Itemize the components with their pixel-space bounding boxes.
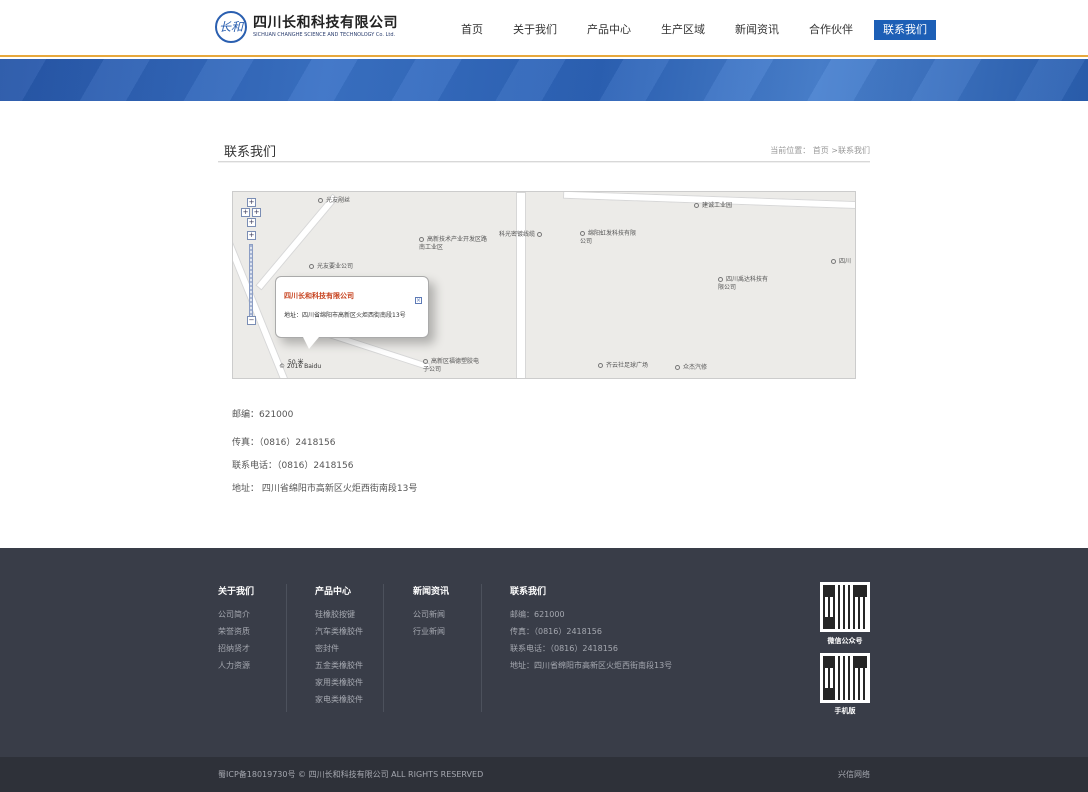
contact-address: 地址： 四川省绵阳市高新区火炬西街南段13号 <box>232 484 418 494</box>
map-poi: 光友剐丝 <box>318 197 350 205</box>
map-poi: 齐云社足球广场 <box>598 362 648 370</box>
breadcrumb: 当前位置： 首页 >联系我们 <box>770 145 870 156</box>
map-road <box>516 192 526 378</box>
footer-link[interactable]: 荣誉资质 <box>218 623 254 640</box>
footer-bottom-bar: 蜀ICP备18019730号 © 四川长和科技有限公司 ALL RIGHTS R… <box>0 757 1088 792</box>
footer-divider <box>383 584 384 712</box>
nav-production[interactable]: 生产区域 <box>652 20 714 40</box>
info-window-title: 四川长和科技有限公司 <box>284 292 354 300</box>
map-poi: 众杰汽修 <box>675 364 707 372</box>
footer-col-title: 新闻资讯 <box>413 587 450 597</box>
nav-home[interactable]: 首页 <box>452 20 492 40</box>
breadcrumb-home[interactable]: 首页 <box>813 146 829 155</box>
qr-code-wechat-icon <box>820 582 870 632</box>
nav-products[interactable]: 产品中心 <box>578 20 640 40</box>
footer-col-title: 关于我们 <box>218 587 255 597</box>
info-window-address: 地址：四川省绵阳市高新区火炬西街南段13号 <box>284 312 406 319</box>
map-poi: 绵阳虹发科技有限公司 <box>580 230 637 245</box>
footer-link[interactable]: 公司简介 <box>218 606 254 623</box>
zoom-in-icon[interactable]: + <box>247 231 256 240</box>
close-icon[interactable]: × <box>415 297 422 304</box>
pan-right-icon[interactable]: + <box>252 208 261 217</box>
map[interactable]: 光友剐丝 高新技术产业开发区路南工业区 科光密镀线缆 绵阳虹发科技有限公司 建诚… <box>232 191 856 379</box>
breadcrumb-current: >联系我们 <box>831 146 870 155</box>
footer-divider <box>286 584 287 712</box>
breadcrumb-prefix: 当前位置： <box>770 146 811 155</box>
banner <box>0 59 1088 101</box>
logo-text: 四川长和科技有限公司 SICHUAN CHANGHE SCIENCE AND T… <box>253 15 398 39</box>
map-poi: 四川禹达科技有限公司 <box>718 276 769 291</box>
info-window-tail <box>303 337 319 349</box>
map-poi: 科光密镀线缆 <box>499 231 545 239</box>
site-footer: 关于我们 公司简介 荣誉资质 招纳贤才 人力资源 产品中心 硅橡胶按键 汽车类橡… <box>0 548 1088 757</box>
footer-link[interactable]: 家电类橡胶件 <box>315 691 363 708</box>
nav-about[interactable]: 关于我们 <box>504 20 566 40</box>
logo[interactable]: 长和 四川长和科技有限公司 SICHUAN CHANGHE SCIENCE AN… <box>215 11 398 43</box>
footer-link[interactable]: 人力资源 <box>218 657 254 674</box>
site-maker-link[interactable]: 兴信网络 <box>838 769 870 780</box>
footer-col-about: 关于我们 公司简介 荣誉资质 招纳贤才 人力资源 <box>218 584 254 674</box>
footer-col-title: 产品中心 <box>315 587 352 597</box>
page-title: 联系我们 <box>224 145 277 160</box>
map-info-window: 四川长和科技有限公司 × 地址：四川省绵阳市高新区火炬西街南段13号 <box>275 276 429 338</box>
pan-down-icon[interactable]: + <box>247 218 256 227</box>
contact-fax: 传真：（0816）2418156 <box>232 438 336 448</box>
nav-news[interactable]: 新闻资讯 <box>726 20 788 40</box>
logo-mark-icon: 长和 <box>215 11 247 43</box>
footer-col-contact: 联系我们 邮编：621000 传真：（0816）2418156 联系电话：（08… <box>510 584 672 674</box>
map-poi: 高新技术产业开发区路南工业区 <box>419 236 488 251</box>
logo-name-en: SICHUAN CHANGHE SCIENCE AND TECHNOLOGY C… <box>253 32 396 38</box>
footer-link[interactable]: 家用类橡胶件 <box>315 674 363 691</box>
pan-up-icon[interactable]: + <box>247 198 256 207</box>
contact-postcode: 邮编：621000 <box>232 410 294 420</box>
footer-col-title: 联系我们 <box>510 587 547 597</box>
title-divider-shadow <box>218 162 870 163</box>
footer-contact-line: 邮编：621000 <box>510 610 565 619</box>
map-poi: 建诚工业园 <box>694 202 732 210</box>
footer-divider <box>481 584 482 712</box>
nav-partners[interactable]: 合作伙伴 <box>800 20 862 40</box>
site-header: 长和 四川长和科技有限公司 SICHUAN CHANGHE SCIENCE AN… <box>0 0 1088 57</box>
qr-label-wechat: 微信公众号 <box>827 637 863 645</box>
footer-link[interactable]: 汽车类橡胶件 <box>315 623 363 640</box>
footer-contact-line: 联系电话：（0816）2418156 <box>510 644 618 653</box>
footer-col-news: 新闻资讯 公司新闻 行业新闻 <box>413 584 449 640</box>
map-poi: 高新区福德塑胶电子公司 <box>423 358 480 373</box>
footer-link[interactable]: 公司新闻 <box>413 606 449 623</box>
zoom-slider[interactable] <box>249 244 253 320</box>
map-zoom-control: + + + + + − <box>241 198 261 328</box>
map-copyright: © 2016 Baidu <box>279 363 322 370</box>
footer-link[interactable]: 行业新闻 <box>413 623 449 640</box>
logo-name-cn: 四川长和科技有限公司 <box>253 15 398 31</box>
footer-contact-line: 地址：四川省绵阳市高新区火炬西街南段13号 <box>510 661 673 670</box>
zoom-out-icon[interactable]: − <box>247 316 256 325</box>
qr-label-mobile: 手机版 <box>834 707 856 715</box>
main-nav: 首页 关于我们 产品中心 生产区域 新闻资讯 合作伙伴 联系我们 <box>452 20 948 40</box>
copyright-text: 蜀ICP备18019730号 © 四川长和科技有限公司 ALL RIGHTS R… <box>218 770 484 779</box>
pan-left-icon[interactable]: + <box>241 208 250 217</box>
footer-link[interactable]: 硅橡胶按键 <box>315 606 363 623</box>
map-poi: 光友要业公司 <box>309 263 353 271</box>
footer-col-products: 产品中心 硅橡胶按键 汽车类橡胶件 密封件 五金类橡胶件 家用类橡胶件 家电类橡… <box>315 584 363 708</box>
footer-contact-line: 传真：（0816）2418156 <box>510 627 602 636</box>
footer-link[interactable]: 招纳贤才 <box>218 640 254 657</box>
qr-code-mobile-icon <box>820 653 870 703</box>
footer-link[interactable]: 五金类橡胶件 <box>315 657 363 674</box>
map-poi: 四川 <box>831 258 851 266</box>
contact-phone: 联系电话：（0816）2418156 <box>232 461 354 471</box>
nav-contact[interactable]: 联系我们 <box>874 20 936 40</box>
footer-link[interactable]: 密封件 <box>315 640 363 657</box>
